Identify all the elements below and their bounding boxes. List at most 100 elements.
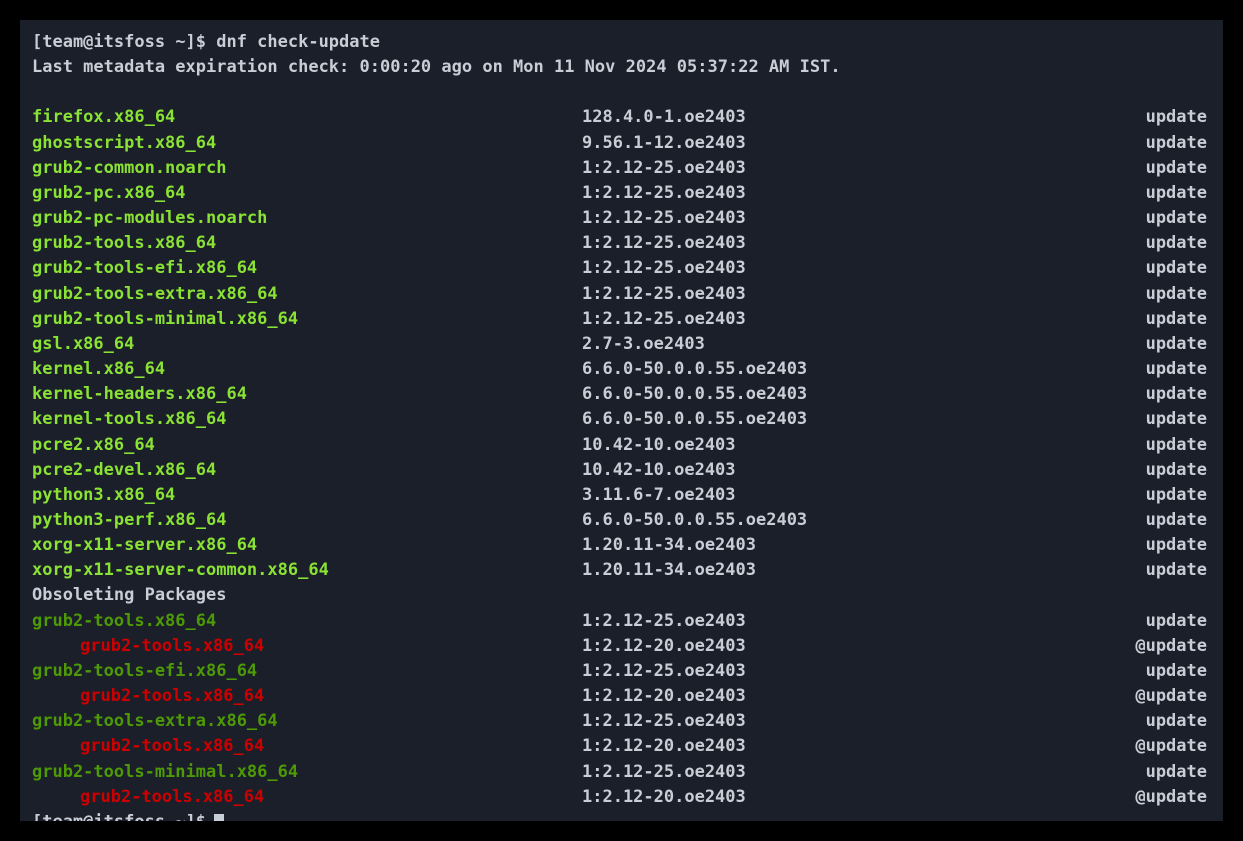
package-name: grub2-tools-extra.x86_64 [32,282,582,307]
package-name: kernel-tools.x86_64 [32,407,582,432]
package-row: ghostscript.x86_649.56.1-12.oe2403update [32,131,1211,156]
package-name: kernel.x86_64 [32,357,582,382]
package-repo: update [1052,206,1211,231]
package-row: python3.x86_643.11.6-7.oe2403update [32,483,1211,508]
package-version: 128.4.0-1.oe2403 [582,105,1052,130]
package-version: 1.20.11-34.oe2403 [582,533,1052,558]
obsoleting-row: grub2-tools-extra.x86_641:2.12-25.oe2403… [32,709,1211,734]
package-version: 1.20.11-34.oe2403 [582,558,1052,583]
obsoleting-old-name: grub2-tools.x86_64 [32,785,582,810]
obsoleting-new-name: grub2-tools-minimal.x86_64 [32,760,582,785]
obsoleting-repo: update [1052,709,1211,734]
package-name: grub2-common.noarch [32,156,582,181]
obsoleting-new-name: grub2-tools-extra.x86_64 [32,709,582,734]
obsoleting-new-name: grub2-tools-efi.x86_64 [32,659,582,684]
package-version: 1:2.12-25.oe2403 [582,256,1052,281]
package-row: xorg-x11-server.x86_641.20.11-34.oe2403u… [32,533,1211,558]
obsoleting-repo: @update [1052,684,1211,709]
package-repo: update [1052,433,1211,458]
package-repo: update [1052,458,1211,483]
package-repo: update [1052,533,1211,558]
package-name: grub2-pc-modules.noarch [32,206,582,231]
package-repo: update [1052,105,1211,130]
package-name: python3-perf.x86_64 [32,508,582,533]
package-version: 1:2.12-25.oe2403 [582,181,1052,206]
package-name: grub2-pc.x86_64 [32,181,582,206]
package-row: grub2-tools-efi.x86_641:2.12-25.oe2403up… [32,256,1211,281]
obsoleting-version: 1:2.12-25.oe2403 [582,709,1052,734]
package-repo: update [1052,231,1211,256]
package-repo: update [1052,332,1211,357]
package-version: 6.6.0-50.0.0.55.oe2403 [582,382,1052,407]
obsoleting-repo: update [1052,760,1211,785]
obsoleting-row: grub2-tools.x86_641:2.12-20.oe2403@updat… [32,634,1211,659]
obsoleting-row: grub2-tools.x86_641:2.12-20.oe2403@updat… [32,785,1211,810]
obsoleting-row: grub2-tools-minimal.x86_641:2.12-25.oe24… [32,760,1211,785]
package-name: pcre2.x86_64 [32,433,582,458]
blank-line [32,80,1211,105]
package-name: xorg-x11-server-common.x86_64 [32,558,582,583]
package-repo: update [1052,131,1211,156]
obsoleting-version: 1:2.12-25.oe2403 [582,609,1052,634]
obsoleting-row: grub2-tools-efi.x86_641:2.12-25.oe2403up… [32,659,1211,684]
package-version: 6.6.0-50.0.0.55.oe2403 [582,508,1052,533]
obsoleting-repo: @update [1052,734,1211,759]
packages-list: firefox.x86_64128.4.0-1.oe2403updateghos… [32,105,1211,583]
metadata-line: Last metadata expiration check: 0:00:20 … [32,55,1211,80]
obsoleting-new-name: grub2-tools.x86_64 [32,609,582,634]
package-name: firefox.x86_64 [32,105,582,130]
package-name: xorg-x11-server.x86_64 [32,533,582,558]
package-row: grub2-common.noarch1:2.12-25.oe2403updat… [32,156,1211,181]
package-row: firefox.x86_64128.4.0-1.oe2403update [32,105,1211,130]
cursor [214,814,224,821]
package-row: kernel.x86_646.6.0-50.0.0.55.oe2403updat… [32,357,1211,382]
package-row: grub2-tools-minimal.x86_641:2.12-25.oe24… [32,307,1211,332]
package-repo: update [1052,508,1211,533]
package-repo: update [1052,282,1211,307]
package-repo: update [1052,407,1211,432]
package-name: python3.x86_64 [32,483,582,508]
package-row: pcre2.x86_6410.42-10.oe2403update [32,433,1211,458]
package-repo: update [1052,156,1211,181]
package-version: 10.42-10.oe2403 [582,433,1052,458]
partial-prompt: [team@itsfoss ~]$ [32,810,1211,821]
package-row: xorg-x11-server-common.x86_641.20.11-34.… [32,558,1211,583]
obsoleting-repo: @update [1052,634,1211,659]
package-version: 6.6.0-50.0.0.55.oe2403 [582,407,1052,432]
package-version: 3.11.6-7.oe2403 [582,483,1052,508]
package-version: 2.7-3.oe2403 [582,332,1052,357]
package-repo: update [1052,357,1211,382]
package-name: kernel-headers.x86_64 [32,382,582,407]
package-row: gsl.x86_642.7-3.oe2403update [32,332,1211,357]
package-version: 1:2.12-25.oe2403 [582,231,1052,256]
obsoleting-old-name: grub2-tools.x86_64 [32,634,582,659]
package-repo: update [1052,483,1211,508]
package-row: python3-perf.x86_646.6.0-50.0.0.55.oe240… [32,508,1211,533]
obsoleting-row: grub2-tools.x86_641:2.12-25.oe2403update [32,609,1211,634]
terminal-window[interactable]: [team@itsfoss ~]$ dnf check-update Last … [20,20,1223,821]
package-repo: update [1052,256,1211,281]
package-row: kernel-headers.x86_646.6.0-50.0.0.55.oe2… [32,382,1211,407]
package-version: 9.56.1-12.oe2403 [582,131,1052,156]
package-version: 10.42-10.oe2403 [582,458,1052,483]
obsoleting-header: Obsoleting Packages [32,583,1211,608]
package-name: grub2-tools-efi.x86_64 [32,256,582,281]
package-repo: update [1052,181,1211,206]
package-row: grub2-pc.x86_641:2.12-25.oe2403update [32,181,1211,206]
package-row: pcre2-devel.x86_6410.42-10.oe2403update [32,458,1211,483]
prompt-line: [team@itsfoss ~]$ dnf check-update [32,30,1211,55]
package-version: 1:2.12-25.oe2403 [582,206,1052,231]
package-repo: update [1052,382,1211,407]
package-version: 1:2.12-25.oe2403 [582,307,1052,332]
package-name: grub2-tools-minimal.x86_64 [32,307,582,332]
obsoleting-repo: @update [1052,785,1211,810]
obsoleting-old-name: grub2-tools.x86_64 [32,684,582,709]
obsoleting-list: grub2-tools.x86_641:2.12-25.oe2403update… [32,609,1211,810]
obsoleting-row: grub2-tools.x86_641:2.12-20.oe2403@updat… [32,734,1211,759]
obsoleting-version: 1:2.12-20.oe2403 [582,684,1052,709]
obsoleting-repo: update [1052,609,1211,634]
obsoleting-version: 1:2.12-25.oe2403 [582,659,1052,684]
obsoleting-version: 1:2.12-25.oe2403 [582,760,1052,785]
package-row: grub2-tools.x86_641:2.12-25.oe2403update [32,231,1211,256]
package-repo: update [1052,558,1211,583]
